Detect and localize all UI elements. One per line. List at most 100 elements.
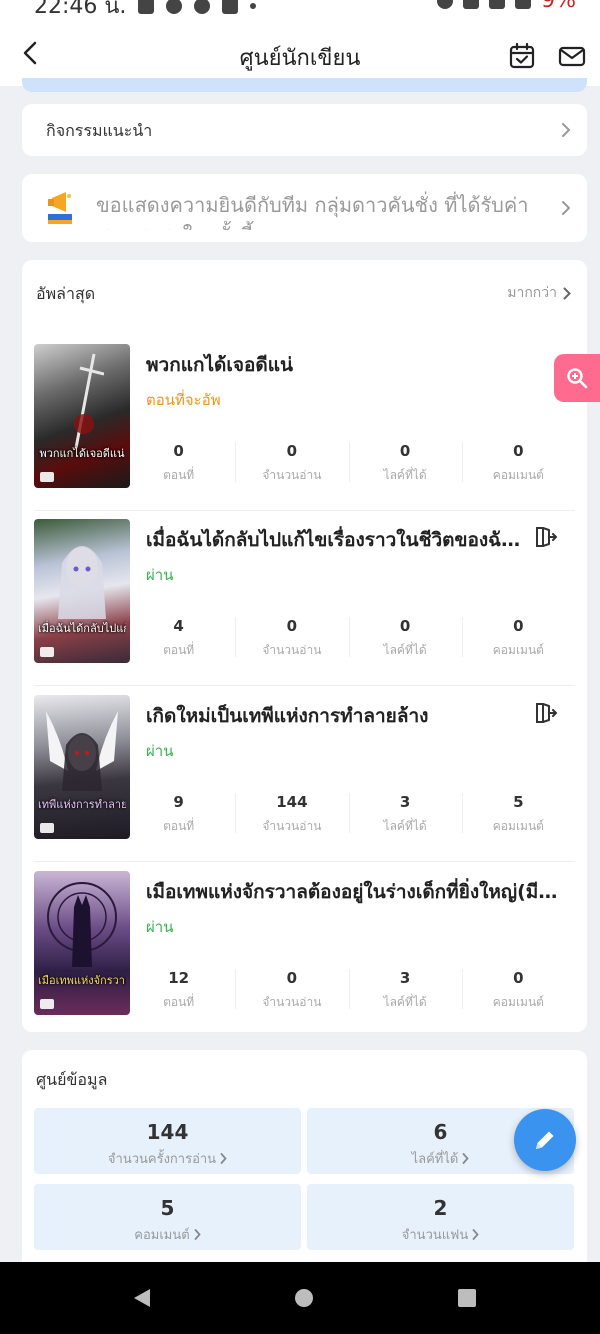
stat-label: ตอนที่: [163, 995, 195, 1009]
info-value: 144: [146, 1120, 189, 1144]
latest-updates-section: อัพล่าสุด มากกว่า พวกแกได้เจอดีแน่ พวกแก…: [22, 260, 587, 1038]
mail-icon[interactable]: [558, 42, 586, 70]
chevron-right-icon: [194, 1229, 201, 1240]
stat-label: จำนวนอ่าน: [262, 819, 322, 833]
stat-label: ไลค์ที่ได้: [383, 468, 427, 482]
book-stats: 12 ตอนที่ 0 จำนวนอ่าน 3 ไลค์ที่ได้ 0 คอมเมนต…: [122, 965, 575, 1009]
book-stats: 0 ตอนที่ 0 จำนวนอ่าน 0 ไลค์ที่ได้ 0 คอมเมนต์: [122, 438, 575, 482]
stat-value: 0: [286, 617, 298, 635]
vibrate-icon: [463, 0, 480, 9]
stat-comments: 0 คอมเมนต์: [461, 965, 575, 1009]
info-label: จำนวนแฟน: [402, 1224, 479, 1245]
book-title: เกิดใหม่เป็นเทพีแห่งการทำลายล้าง: [146, 705, 429, 727]
book-item[interactable]: เมือเทพแห่งจักรวาล เมือเทพแห่งจักรวาลต้อ…: [34, 863, 575, 1038]
cover-title-text: เทพีแห่งการทำลายล้าง: [38, 798, 126, 811]
pinterest-icon: [194, 0, 211, 14]
calendar-check-icon[interactable]: [508, 42, 536, 70]
stat-episodes: 4 ตอนที่: [122, 613, 235, 657]
announcement-row[interactable]: ขอแสดงความยินดีกับทีม กลุ่มดาวคันชั่ง ที…: [22, 174, 587, 242]
book-cover: เทพีแห่งการทำลายล้าง: [34, 695, 130, 839]
nav-home-icon[interactable]: [292, 1286, 316, 1310]
pencil-icon: [536, 1131, 554, 1149]
stat-value: 0: [399, 617, 411, 635]
stat-label: จำนวนอ่าน: [262, 995, 322, 1009]
stat-episodes: 9 ตอนที่: [122, 789, 235, 833]
info-label-text: จำนวนแฟน: [401, 1228, 469, 1243]
book-status: ผ่าน: [146, 566, 174, 584]
notification-icon: [138, 0, 155, 14]
floating-search-button[interactable]: [554, 354, 600, 402]
info-label-text: ไลค์ที่ได้: [411, 1152, 459, 1167]
recommended-activity-label: กิจกรรมแนะนำ: [46, 121, 153, 140]
stat-reads: 0 จำนวนอ่าน: [235, 965, 348, 1009]
stat-label: ไลค์ที่ได้: [383, 643, 427, 657]
chevron-right-icon: [462, 1153, 470, 1164]
app-header: ศูนย์นักเขียน: [0, 22, 600, 86]
wifi-icon: [489, 0, 506, 9]
section-title: อัพล่าสุด: [36, 284, 96, 303]
chevron-right-icon: [562, 123, 570, 137]
instagram-icon: [222, 0, 239, 14]
exit-icon[interactable]: [533, 525, 557, 549]
stat-value: 144: [276, 793, 308, 811]
write-fab-button[interactable]: [514, 1109, 576, 1171]
nav-back-icon[interactable]: [130, 1286, 154, 1310]
stat-likes: 0 ไลค์ที่ได้: [348, 613, 462, 657]
book-status: ผ่าน: [146, 918, 174, 936]
exit-icon[interactable]: [533, 701, 557, 725]
trophy-announcement-icon: [48, 192, 72, 224]
stat-reads: 144 จำนวนอ่าน: [235, 789, 348, 833]
stat-label: คอมเมนต์: [492, 643, 544, 657]
more-link[interactable]: มากกว่า: [507, 282, 571, 304]
book-title: เมือเทพแห่งจักรวาลต้องอยู่ในร่างเด็กที่ย…: [146, 881, 566, 903]
stat-value: 12: [168, 969, 190, 987]
stat-value: 3: [399, 793, 411, 811]
chevron-right-icon: [472, 1229, 479, 1240]
stat-value: 4: [173, 617, 184, 635]
info-value: 5: [160, 1196, 175, 1220]
info-label: ไลค์ที่ได้: [412, 1148, 470, 1169]
chevron-right-icon: [562, 201, 570, 215]
stat-label: คอมเมนต์: [492, 819, 544, 833]
read-count-cell[interactable]: 144 จำนวนครั้งการอ่าน: [34, 1108, 301, 1174]
recommended-activity-row[interactable]: กิจกรรมแนะนำ: [22, 104, 587, 156]
stat-label: ไลค์ที่ได้: [383, 995, 427, 1009]
comment-badge-icon: [40, 999, 54, 1009]
battery-level: 9%: [541, 0, 576, 13]
stat-value: 0: [399, 442, 411, 460]
info-value: 2: [433, 1196, 448, 1220]
chevron-right-icon: [563, 287, 571, 299]
stat-label: ตอนที่: [163, 643, 195, 657]
book-title: พวกแกได้เจอดีแน่: [146, 354, 293, 376]
book-item[interactable]: พวกแกได้เจอดีแน่ พวกแกได้เจอดีแน่ ตอนที่…: [34, 336, 575, 511]
info-label-text: จำนวนครั้งการอ่าน: [107, 1152, 217, 1167]
stat-reads: 0 จำนวนอ่าน: [235, 438, 348, 482]
stat-likes: 3 ไลค์ที่ได้: [348, 789, 462, 833]
status-bar: 22:46 น. 9%: [0, 0, 600, 22]
book-item[interactable]: เทพีแห่งการทำลายล้าง เกิดใหม่เป็นเทพีแห่…: [34, 687, 575, 862]
book-status: ตอนที่จะอัพ: [146, 391, 221, 409]
stat-label: จำนวนอ่าน: [262, 643, 322, 657]
stat-value: 0: [286, 442, 298, 460]
alarm-icon: [437, 0, 454, 9]
book-title: เมื่อฉันได้กลับไปแก้ไขเรื่องราวในชีวิตขอ…: [146, 529, 531, 551]
stat-value: 9: [173, 793, 184, 811]
more-link-label: มากกว่า: [507, 285, 557, 301]
sword-cover-art: [74, 353, 104, 449]
data-center-section: ศูนย์ข้อมูล 144 จำนวนครั้งการอ่าน 6 ไลค์…: [22, 1050, 587, 1280]
comments-cell[interactable]: 5 คอมเมนต์: [34, 1184, 301, 1250]
section-title: ศูนย์ข้อมูล: [36, 1070, 108, 1089]
comment-badge-icon: [40, 472, 54, 482]
divider: [34, 1037, 575, 1038]
book-item[interactable]: เมื่อฉันได้กลับไปแก้ไข เมื่อฉันได้กลับไป…: [34, 511, 575, 686]
fans-cell[interactable]: 2 จำนวนแฟน: [307, 1184, 574, 1250]
line-app-icon: [166, 0, 183, 14]
character-cover-art: [47, 882, 117, 967]
banner-strip[interactable]: [22, 78, 587, 92]
stat-label: คอมเมนต์: [492, 468, 544, 482]
nav-recents-icon[interactable]: [455, 1286, 479, 1310]
stat-value: 0: [286, 969, 298, 987]
data-center-grid: 144 จำนวนครั้งการอ่าน 6 ไลค์ที่ได้ 5 คอม…: [34, 1108, 574, 1250]
stat-label: จำนวนอ่าน: [262, 468, 322, 482]
comment-badge-icon: [40, 647, 54, 657]
